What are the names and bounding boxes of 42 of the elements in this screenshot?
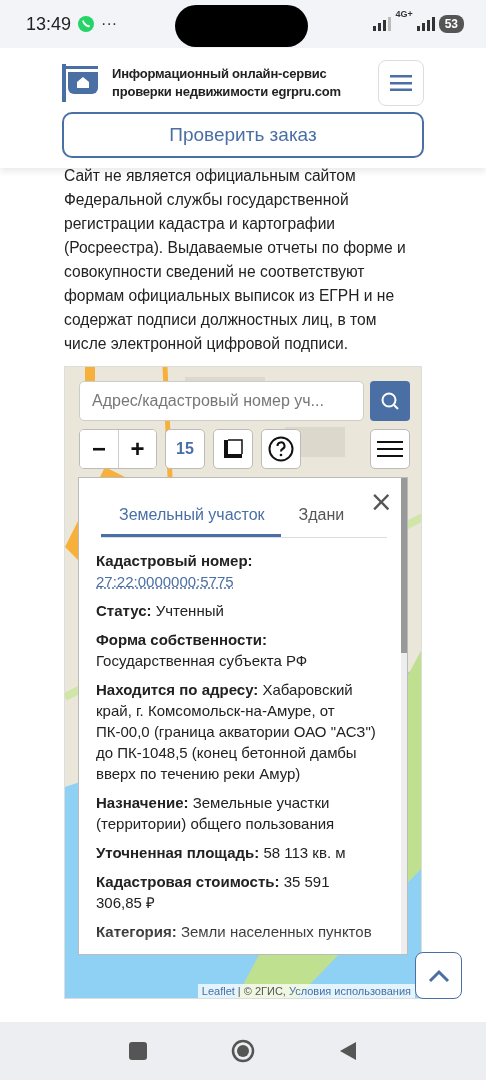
field-text: Назначение: Земельные участки (территории) общего пользования <box>96 793 336 834</box>
field-text: Кадастровая стоимость: 35 591 306,85 ₽ <box>96 872 331 913</box>
search-button[interactable] <box>370 381 410 421</box>
tab[interactable]: Земельный участок <box>101 502 281 537</box>
field-text: Категория: Земли населенных пунктов <box>96 922 373 942</box>
field-text: Находится по адресу: Хабаровский край, г. Комсомольск-на-Амуре, от ПК-00,0 (граница акватории ОАО "АСЗ") до ПК-1048,5 (конец бетонной дамбы вверх по течению реки Амур) <box>96 680 377 784</box>
site-title: Информационный онлайн-сервис проверки недвижимости egrpru.com <box>112 65 342 101</box>
back-nav-icon[interactable] <box>339 1041 357 1061</box>
scroll-to-top-button[interactable] <box>415 952 462 999</box>
help-button[interactable] <box>261 429 301 469</box>
close-button[interactable]: × <box>369 488 393 516</box>
cadastral-number-link[interactable]: 27:22:0000000:5775 <box>96 573 234 590</box>
field-text: Уточненная площадь: 58 113 кв. м <box>96 843 347 863</box>
signal-icon <box>373 17 392 31</box>
zoom-level[interactable]: 15 <box>165 429 205 469</box>
field-text: Форма собственности: Государственная субъекта РФ <box>96 630 309 671</box>
attribution-link[interactable]: Условия использования <box>288 985 411 997</box>
layers-button[interactable] <box>370 429 410 469</box>
clock: 13:49 <box>26 13 72 35</box>
menu-icon <box>390 75 412 91</box>
field-text: Статус: Учтенный <box>96 601 225 621</box>
network-type: 4G+ <box>395 9 413 19</box>
field-label: Кадастровый номер: <box>96 551 254 571</box>
check-order-button[interactable]: Проверить заказ <box>62 112 424 158</box>
help-icon <box>268 436 294 462</box>
tab[interactable]: Здани <box>280 502 361 537</box>
ruler-button[interactable] <box>213 429 253 469</box>
address-search-field[interactable]: Адрес/кадастровый номер уч... <box>79 381 364 421</box>
attribution-text: | © 2ГИС, <box>237 985 286 997</box>
circle-nav-icon[interactable] <box>231 1039 255 1063</box>
disclaimer-text: Сайт не является официальным сайтом Федеральной службы государственной регистрации кадастра и картографии (Росреестра). Выдаваемые отчеты по форме и совокупности сведений не соответствуют формам официальных выписок из ЕГРН и не содержат подписи должностных лиц, в том числе электронной цифровой подписи. <box>63 166 407 354</box>
search-icon <box>380 391 400 411</box>
zoom-in-button[interactable]: + <box>118 430 156 468</box>
battery-level: 53 <box>438 15 464 33</box>
signal-icon <box>416 17 435 31</box>
attribution-link[interactable]: Leaflet <box>201 985 235 997</box>
menu-button[interactable] <box>378 60 424 106</box>
chevron-up-icon <box>427 968 450 983</box>
chat-app-icon <box>77 15 96 33</box>
more-notifications: ··· <box>101 15 118 33</box>
scrollbar-thumb[interactable] <box>401 478 407 653</box>
menu-icon <box>377 441 403 457</box>
